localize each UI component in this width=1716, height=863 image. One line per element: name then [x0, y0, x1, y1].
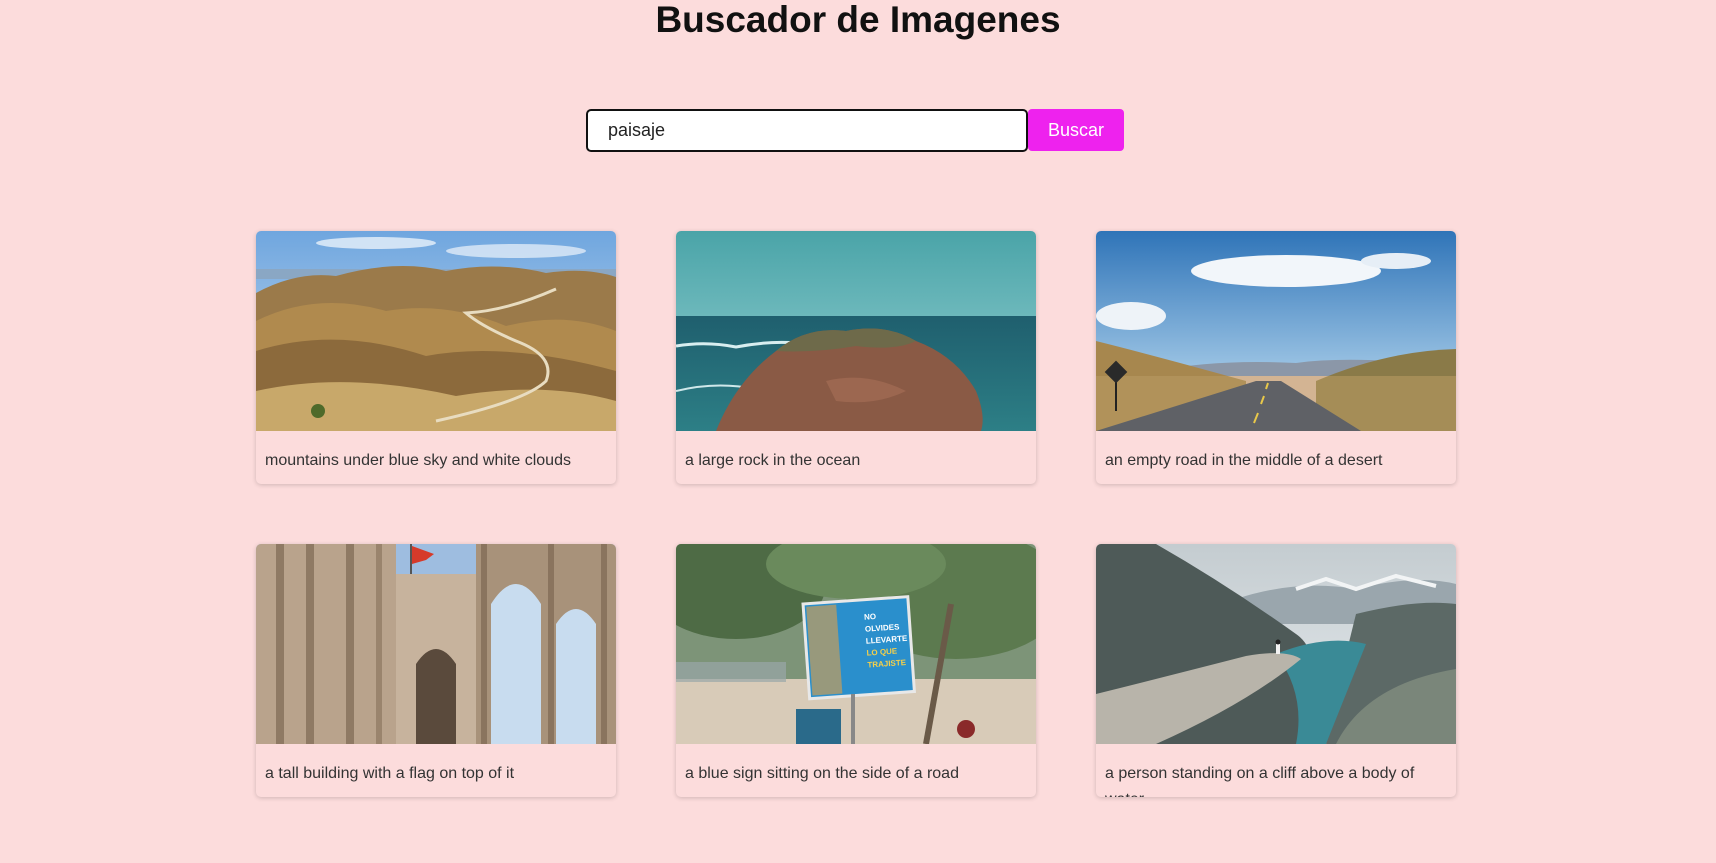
search-input[interactable] — [586, 109, 1028, 152]
result-card[interactable]: a person standing on a cliff above a bod… — [1096, 544, 1456, 797]
results-grid: mountains under blue sky and white cloud… — [256, 231, 1456, 797]
result-card[interactable]: mountains under blue sky and white cloud… — [256, 231, 616, 484]
search-button[interactable]: Buscar — [1028, 109, 1124, 151]
result-caption: a tall building with a flag on top of it — [265, 765, 515, 782]
result-image[interactable]: NO OLVIDES LLEVARTE LO QUE TRAJISTE — [676, 544, 1036, 744]
result-image[interactable] — [676, 231, 1036, 431]
result-caption: an empty road in the middle of a desert — [1105, 452, 1383, 469]
search-form: Buscar — [586, 109, 1124, 152]
result-card[interactable]: a tall building with a flag on top of it — [256, 544, 616, 797]
result-card[interactable]: a large rock in the ocean — [676, 231, 1036, 484]
result-image[interactable] — [1096, 231, 1456, 431]
sign-line: NO — [864, 612, 877, 622]
result-card[interactable]: an empty road in the middle of a desert — [1096, 231, 1456, 484]
result-caption: a blue sign sitting on the side of a roa… — [685, 765, 959, 782]
result-card[interactable]: NO OLVIDES LLEVARTE LO QUE TRAJISTE a bl… — [676, 544, 1036, 797]
result-caption: a large rock in the ocean — [685, 452, 861, 469]
result-caption: a person standing on a cliff above a bod… — [1105, 765, 1415, 797]
result-image[interactable] — [256, 544, 616, 744]
page-title: Buscador de Imagenes — [655, 0, 1061, 40]
result-image[interactable] — [1096, 544, 1456, 744]
result-image[interactable] — [256, 231, 616, 431]
result-caption: mountains under blue sky and white cloud… — [265, 452, 571, 469]
